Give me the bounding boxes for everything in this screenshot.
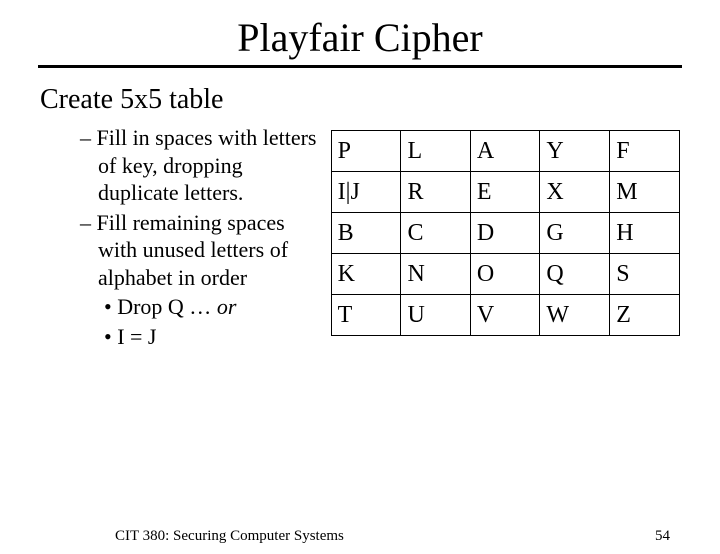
page-title: Playfair Cipher [0, 14, 720, 61]
slide: Playfair Cipher Create 5x5 table Fill in… [0, 14, 720, 554]
playfair-table: P L A Y F I|J R E X M B C D G [331, 130, 680, 336]
cell: B [331, 213, 401, 254]
cell: L [401, 131, 470, 172]
footer-course: CIT 380: Securing Computer Systems [115, 528, 344, 545]
sub-step-2: I = J [80, 323, 319, 351]
content-columns: Fill in spaces with letters of key, drop… [0, 124, 720, 350]
table-row: B C D G H [331, 213, 679, 254]
cell: E [470, 172, 539, 213]
cell: A [470, 131, 539, 172]
cell: H [610, 213, 680, 254]
cell: Y [540, 131, 610, 172]
footer-page-number: 54 [655, 528, 670, 545]
title-rule [38, 65, 682, 68]
table-row: P L A Y F [331, 131, 679, 172]
cell: G [540, 213, 610, 254]
cell: S [610, 254, 680, 295]
step-1: Fill in spaces with letters of key, drop… [80, 124, 319, 207]
cell: X [540, 172, 610, 213]
cell: D [470, 213, 539, 254]
cell: T [331, 295, 401, 336]
bullet-list: Fill in spaces with letters of key, drop… [0, 124, 319, 350]
cell: W [540, 295, 610, 336]
cell: O [470, 254, 539, 295]
table-row: I|J R E X M [331, 172, 679, 213]
cell: F [610, 131, 680, 172]
table-row: T U V W Z [331, 295, 679, 336]
cell: Q [540, 254, 610, 295]
cell: N [401, 254, 470, 295]
cell: M [610, 172, 680, 213]
step-2: Fill remaining spaces with unused letter… [80, 209, 319, 292]
cell: P [331, 131, 401, 172]
cell: U [401, 295, 470, 336]
sub-step-1: Drop Q … or [80, 293, 319, 321]
cell: I|J [331, 172, 401, 213]
sub-step-1b: or [217, 294, 237, 319]
cell: Z [610, 295, 680, 336]
cell: R [401, 172, 470, 213]
cell: V [470, 295, 539, 336]
table-row: K N O Q S [331, 254, 679, 295]
sub-step-1a: Drop Q … [117, 294, 217, 319]
playfair-grid: P L A Y F I|J R E X M B C D G [331, 130, 680, 336]
section-heading: Create 5x5 table [40, 84, 720, 116]
cell: C [401, 213, 470, 254]
cell: K [331, 254, 401, 295]
